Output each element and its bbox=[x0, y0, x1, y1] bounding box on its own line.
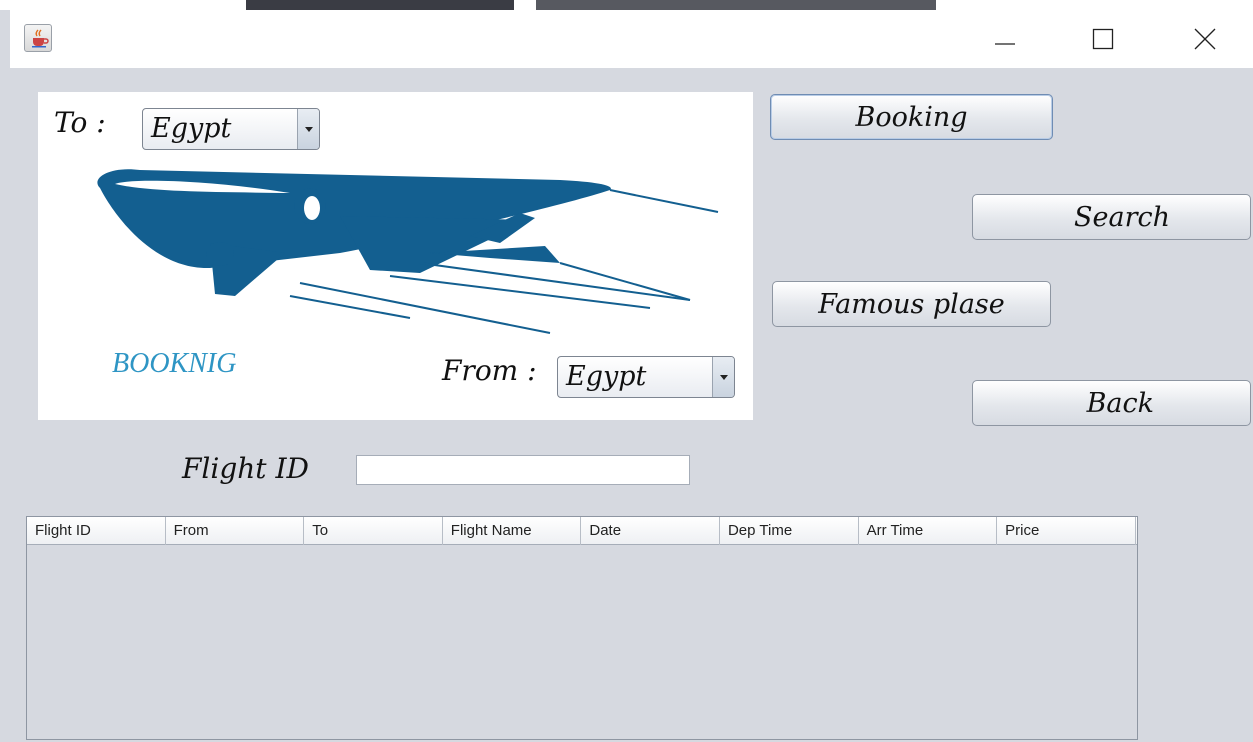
desktop-strip bbox=[0, 0, 1253, 10]
column-header-to[interactable]: To bbox=[304, 517, 443, 545]
title-bar bbox=[10, 10, 1253, 68]
flights-table[interactable]: Flight ID From To Flight Name Date Dep T… bbox=[26, 516, 1138, 740]
to-destination-combo[interactable]: Egypt bbox=[142, 108, 320, 150]
dropdown-arrow-icon[interactable] bbox=[712, 357, 734, 397]
column-header-price[interactable]: Price bbox=[997, 517, 1136, 545]
dropdown-arrow-icon[interactable] bbox=[297, 109, 319, 149]
minimize-button[interactable] bbox=[970, 10, 1040, 68]
column-header-dep-time[interactable]: Dep Time bbox=[720, 517, 859, 545]
maximize-icon bbox=[1092, 28, 1114, 50]
column-header-from[interactable]: From bbox=[166, 517, 305, 545]
from-label: From : bbox=[442, 354, 537, 387]
column-header-arr-time[interactable]: Arr Time bbox=[859, 517, 998, 545]
maximize-button[interactable] bbox=[1068, 10, 1138, 68]
booking-button[interactable]: Booking bbox=[770, 94, 1053, 140]
close-icon bbox=[1194, 28, 1216, 50]
desktop-background bbox=[536, 0, 936, 10]
airplane-illustration bbox=[97, 169, 719, 334]
to-destination-value: Egypt bbox=[151, 113, 232, 144]
from-origin-value: Egypt bbox=[566, 361, 647, 392]
close-button[interactable] bbox=[1170, 10, 1240, 68]
column-header-flight-id[interactable]: Flight ID bbox=[27, 517, 166, 545]
search-button[interactable]: Search bbox=[972, 194, 1251, 240]
desktop-background bbox=[246, 0, 514, 10]
back-button[interactable]: Back bbox=[972, 380, 1251, 426]
from-origin-combo[interactable]: Egypt bbox=[557, 356, 735, 398]
flight-id-input[interactable] bbox=[356, 455, 690, 485]
column-header-flight-name[interactable]: Flight Name bbox=[443, 517, 582, 545]
flight-id-label: Flight ID bbox=[182, 452, 309, 485]
famous-place-button[interactable]: Famous plase bbox=[772, 281, 1051, 327]
table-header: Flight ID From To Flight Name Date Dep T… bbox=[27, 517, 1137, 545]
java-cup-icon[interactable] bbox=[24, 24, 52, 52]
column-header-date[interactable]: Date bbox=[581, 517, 720, 545]
to-label: To : bbox=[54, 106, 106, 139]
minimize-icon bbox=[995, 43, 1015, 45]
brand-text: BOOKNIG bbox=[112, 348, 237, 379]
